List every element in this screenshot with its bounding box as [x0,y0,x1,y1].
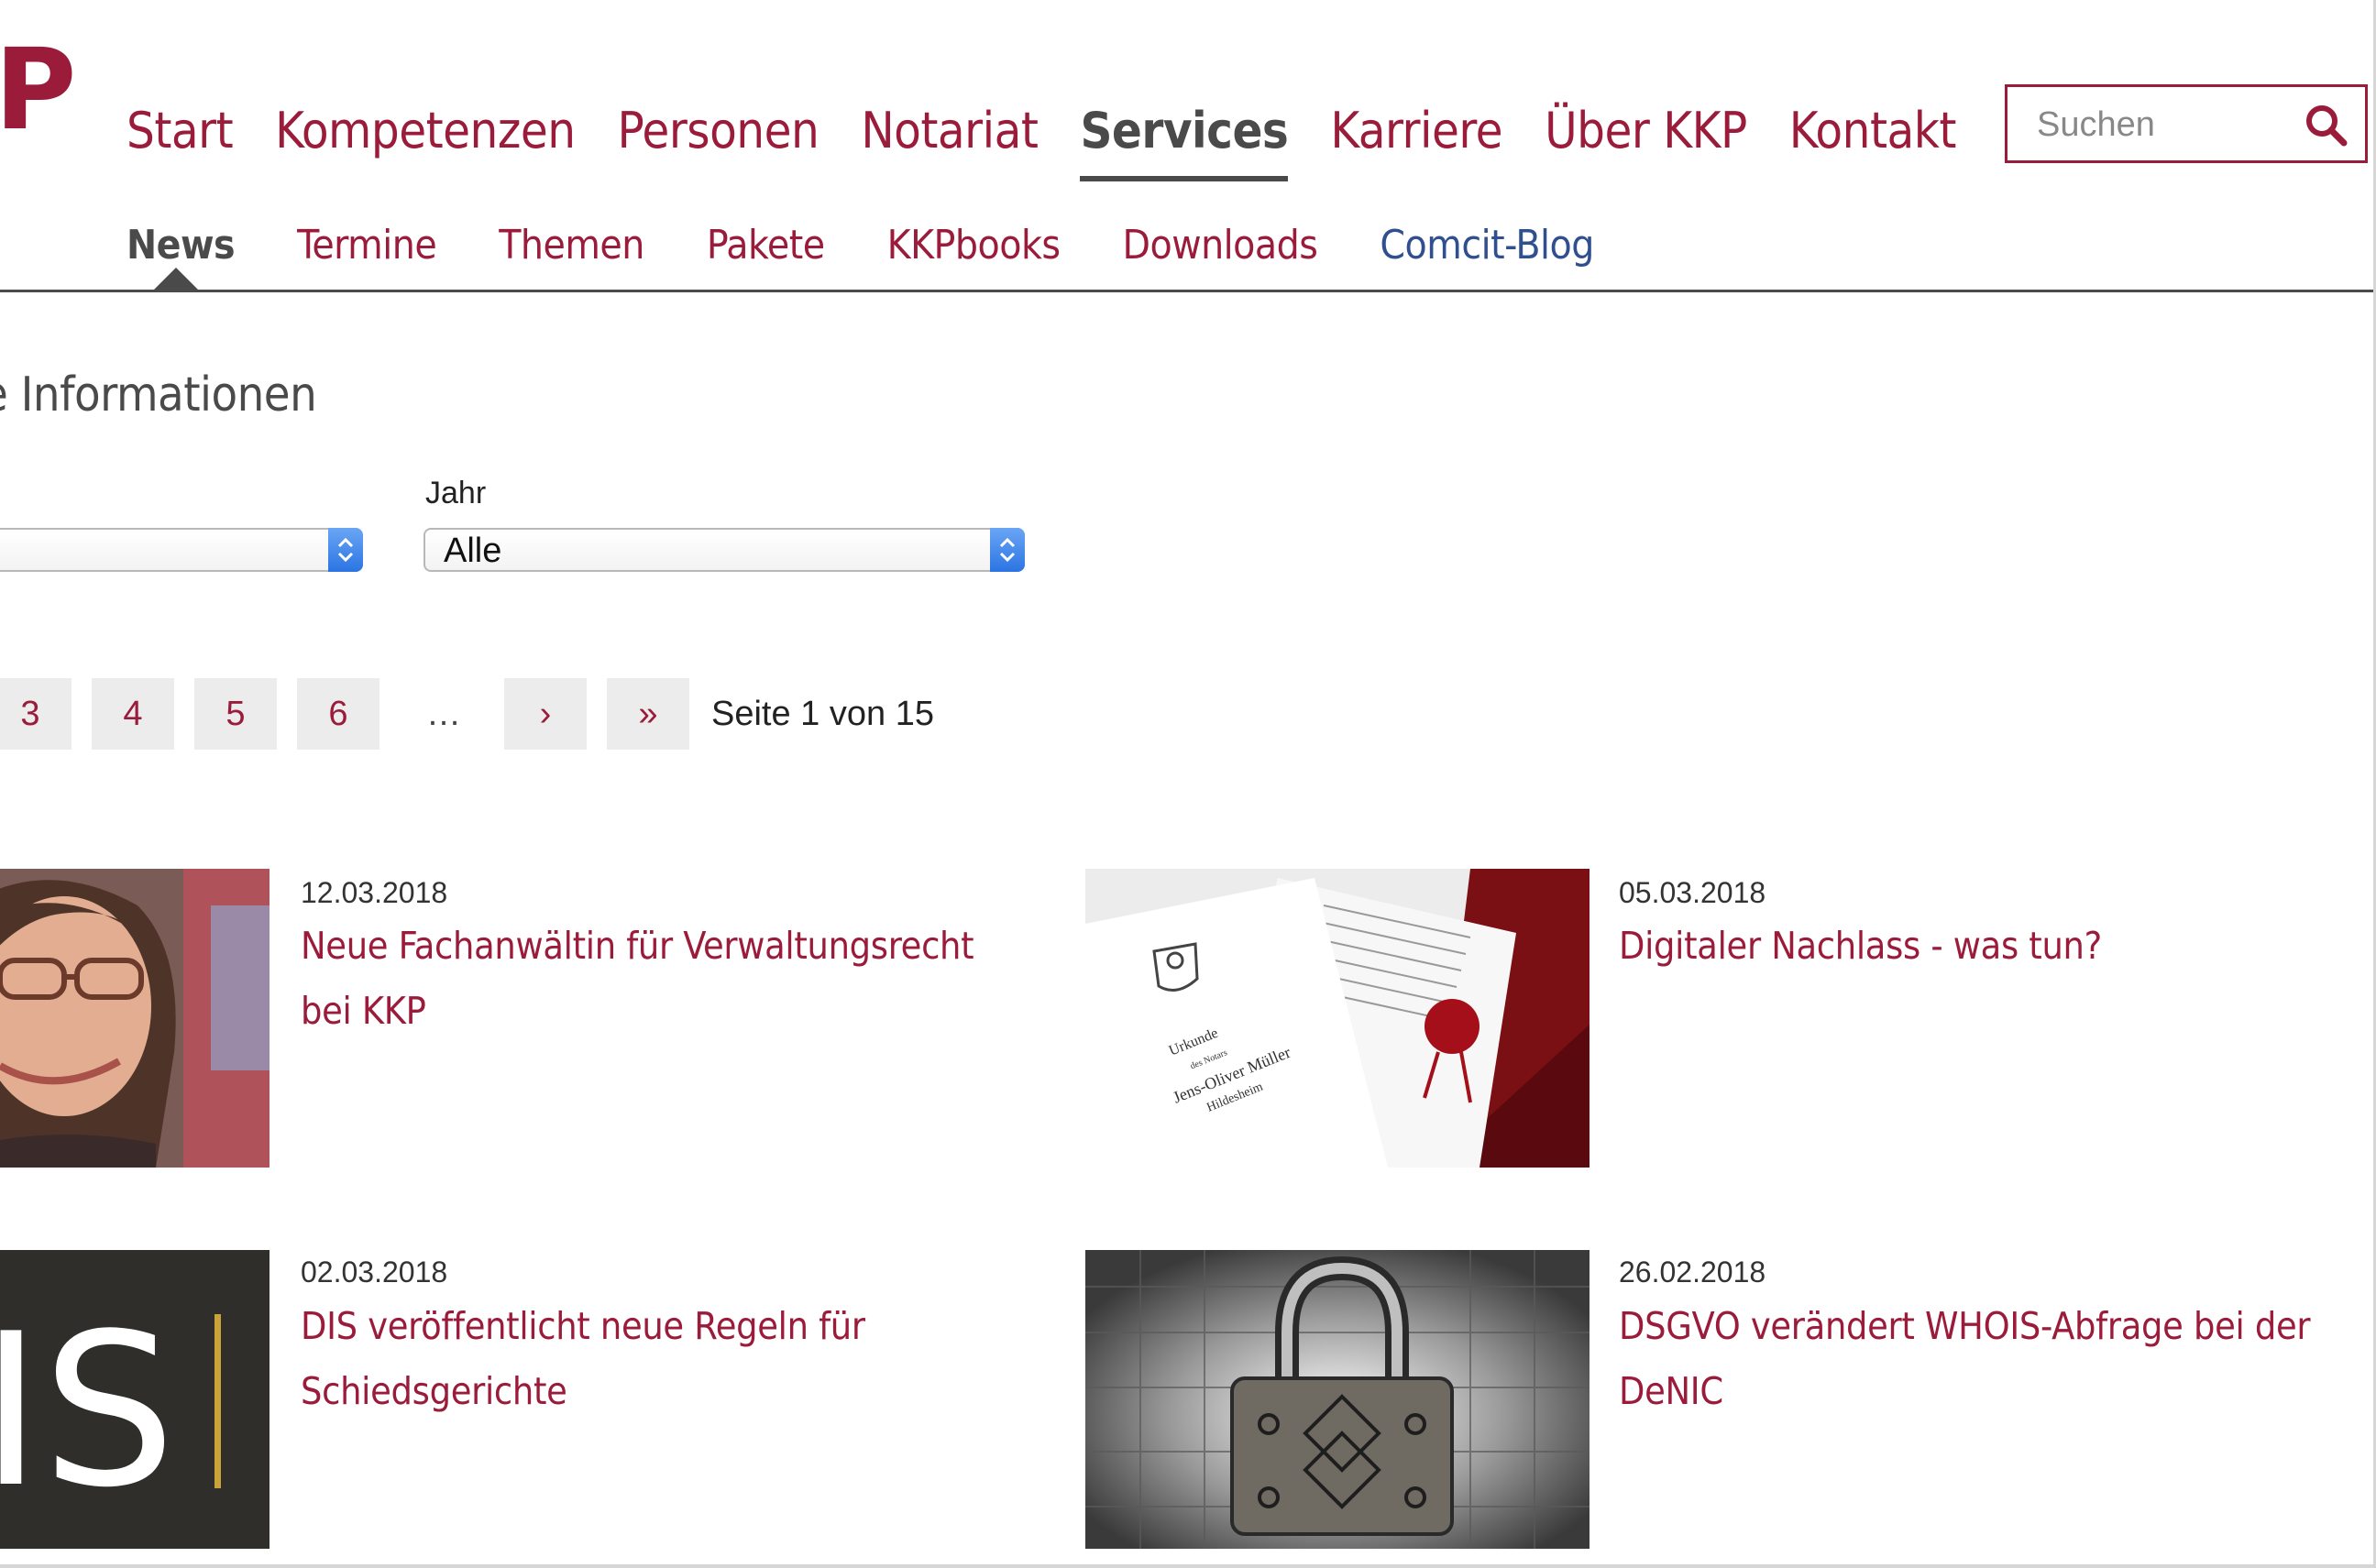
news-image-dis-logo[interactable]: IS [0,1250,270,1549]
news-image-portrait[interactable] [0,869,270,1168]
select-stepper-icon [990,528,1025,572]
news-date: 12.03.2018 [301,876,448,909]
header-divider [0,290,2373,292]
nav-start[interactable]: Start [126,99,234,172]
notary-document-photo: Urkunde des Notars Jens-Oliver Müller Hi… [1085,869,1590,1168]
subnav-downloads[interactable]: Downloads [1123,216,1318,275]
padlock-circuit-photo [1085,1250,1590,1549]
news-date: 26.02.2018 [1619,1255,1766,1288]
window-bottom-edge [0,1564,2376,1568]
news-title[interactable]: DIS veröffentlicht neue Regeln für Schie… [301,1294,1034,1424]
year-filter-label: Jahr [425,476,487,510]
nav-notariat[interactable]: Notariat [861,99,1039,172]
search-input[interactable] [2035,100,2295,149]
dis-logo: IS [0,1250,270,1549]
page-5-button[interactable]: 5 [194,678,277,750]
news-title[interactable]: DSGVO verändert WHOIS-Abfrage bei der De… [1619,1294,2352,1424]
news-image-padlock[interactable] [1085,1250,1590,1549]
subnav-themen[interactable]: Themen [499,216,644,275]
subnav-comcit-blog[interactable]: Comcit-Blog [1380,216,1594,275]
page-3-button[interactable]: 3 [0,678,72,750]
search-box [2005,84,2368,163]
page-6-button[interactable]: 6 [297,678,380,750]
nav-kontakt[interactable]: Kontakt [1789,99,1957,172]
nav-personen[interactable]: Personen [618,99,820,172]
select-stepper-icon [328,528,363,572]
page-title: e Informationen [0,367,317,422]
active-subnav-indicator [154,268,198,290]
nav-kompetenzen[interactable]: Kompetenzen [275,99,576,172]
search-icon[interactable] [2303,102,2350,149]
last-page-button[interactable]: » [607,678,689,750]
sub-nav: News Termine Themen Pakete KKPbooks Down… [126,216,1656,275]
news-date: 05.03.2018 [1619,876,1766,909]
nav-services[interactable]: Services [1080,99,1289,181]
pagination-info: Seite 1 von 15 [711,695,934,733]
news-title[interactable]: Digitaler Nachlass - was tun? [1619,914,2352,979]
dis-logo-letters: IS [0,1289,176,1534]
next-page-button[interactable]: › [504,678,587,750]
main-nav: Start Kompetenzen Personen Notariat Serv… [126,99,1998,181]
year-select[interactable]: Alle [424,528,1025,572]
year-select-value: Alle [444,532,502,570]
nav-karriere[interactable]: Karriere [1330,99,1502,172]
subnav-termine[interactable]: Termine [297,216,437,275]
logo[interactable]: P [0,26,76,154]
pagination-ellipsis: … [426,695,461,733]
page-4-button[interactable]: 4 [92,678,174,750]
subnav-kkpbooks[interactable]: KKPbooks [887,216,1061,275]
news-title[interactable]: Neue Fachanwältin für Verwaltungsrecht b… [301,914,1034,1044]
subnav-pakete[interactable]: Pakete [707,216,825,275]
nav-ueber-kkp[interactable]: Über KKP [1545,99,1747,172]
news-date: 02.03.2018 [301,1255,448,1288]
category-select[interactable] [0,528,363,572]
subnav-news[interactable]: News [126,216,236,275]
news-image-document[interactable]: Urkunde des Notars Jens-Oliver Müller Hi… [1085,869,1590,1168]
portrait-photo [0,869,270,1168]
